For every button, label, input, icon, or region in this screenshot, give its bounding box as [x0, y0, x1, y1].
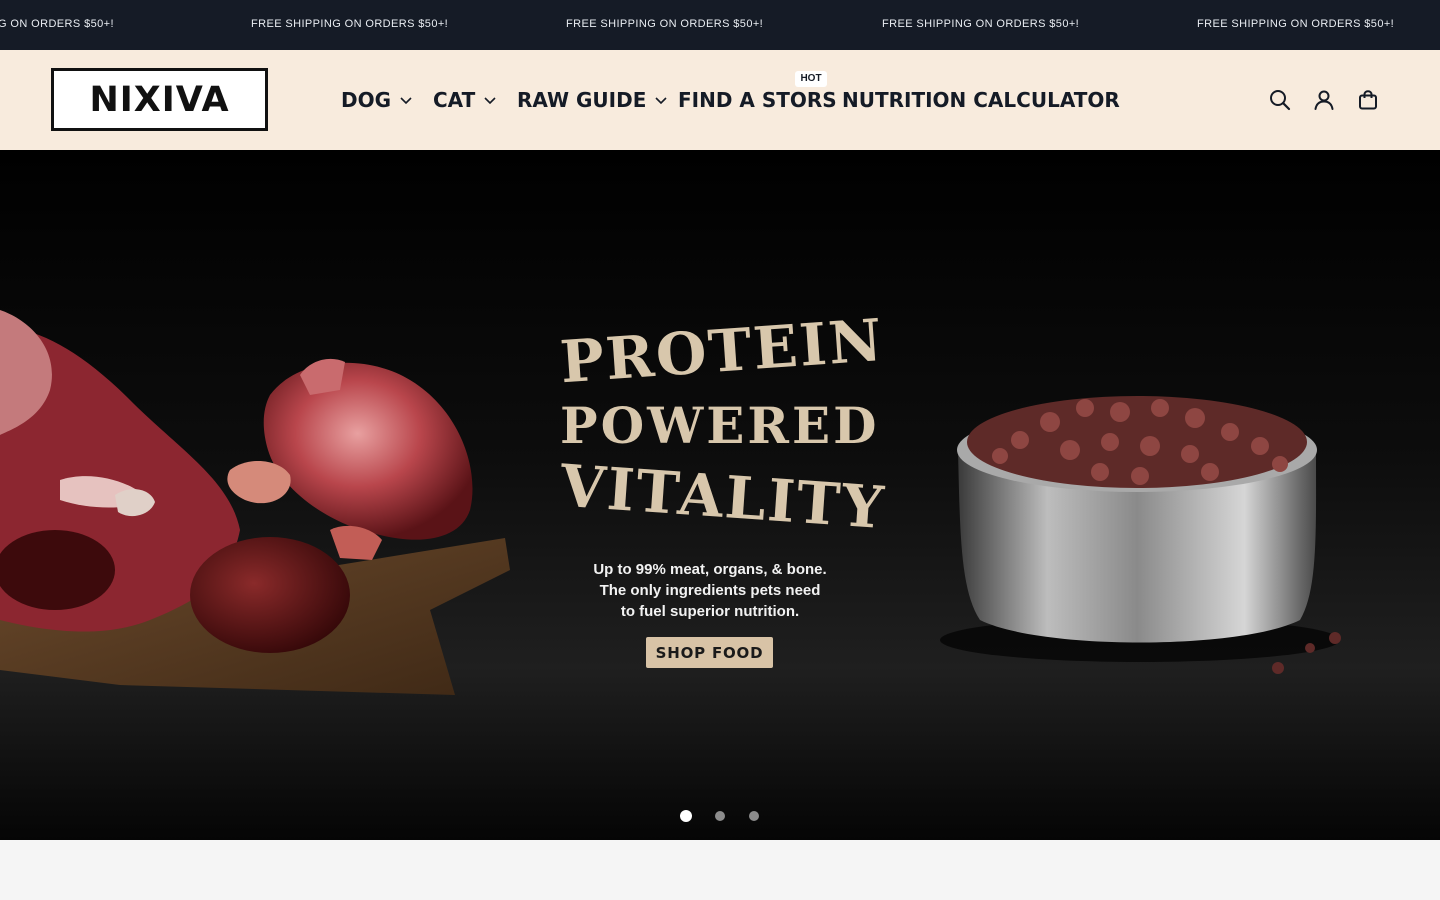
chevron-down-icon: [484, 97, 496, 105]
slide-dot-3[interactable]: [749, 811, 759, 821]
hero-slideshow: PROTEIN POWERED VITALITY Up to 99% meat,…: [0, 150, 1440, 840]
cart-icon[interactable]: [1356, 88, 1380, 112]
slide-dot-1[interactable]: [680, 810, 692, 822]
nav-item-label: RAW GUIDE: [517, 88, 647, 112]
slide-dot-2[interactable]: [715, 811, 725, 821]
nav-item-cat[interactable]: CAT: [433, 86, 497, 114]
chevron-down-icon: [400, 97, 412, 105]
nav-item-raw-guide[interactable]: RAW GUIDE: [517, 86, 668, 114]
site-header: NIXIVA DOG CAT RAW GUIDE FIND A STORS HO…: [0, 50, 1440, 150]
logo[interactable]: NIXIVA: [51, 68, 268, 131]
announcement-text: G ON ORDERS $50+!: [0, 18, 114, 30]
nav-item-find-a-store[interactable]: FIND A STORS: [678, 86, 837, 114]
hero-subtext-line: to fuel superior nutrition.: [620, 603, 800, 620]
nav-item-label: CAT: [433, 88, 476, 112]
announcement-text: FREE SHIPPING ON ORDERS $50+!: [1197, 18, 1395, 30]
hot-badge: HOT: [795, 71, 827, 87]
nav-item-nutrition-calculator[interactable]: NUTRITION CALCULATOR: [842, 86, 1120, 114]
account-icon[interactable]: [1312, 88, 1336, 112]
hero-headline-line2: POWERED: [560, 396, 880, 455]
nav-item-label: NUTRITION CALCULATOR: [842, 88, 1120, 112]
nav-item-dog[interactable]: DOG: [341, 86, 413, 114]
search-icon[interactable]: [1268, 88, 1292, 112]
announcement-text: FREE SHIPPING ON ORDERS $50+!: [251, 18, 449, 30]
chevron-down-icon: [655, 97, 667, 105]
announcement-text: FREE SHIPPING ON ORDERS $50+!: [882, 18, 1080, 30]
nav-item-label: FIND A STORS: [678, 88, 837, 112]
hero-subtext-line: The only ingredients pets need: [599, 582, 821, 599]
announcement-text: FREE SHIPPING ON ORDERS $50+!: [566, 18, 764, 30]
nav-item-label: DOG: [341, 88, 392, 112]
hero-subtext: Up to 99% meat, organs, & bone. The only…: [560, 559, 860, 622]
hero-subtext-line: Up to 99% meat, organs, & bone.: [593, 561, 827, 578]
shop-food-button[interactable]: SHOP FOOD: [646, 637, 773, 668]
announcement-bar: G ON ORDERS $50+! FREE SHIPPING ON ORDER…: [0, 0, 1440, 50]
